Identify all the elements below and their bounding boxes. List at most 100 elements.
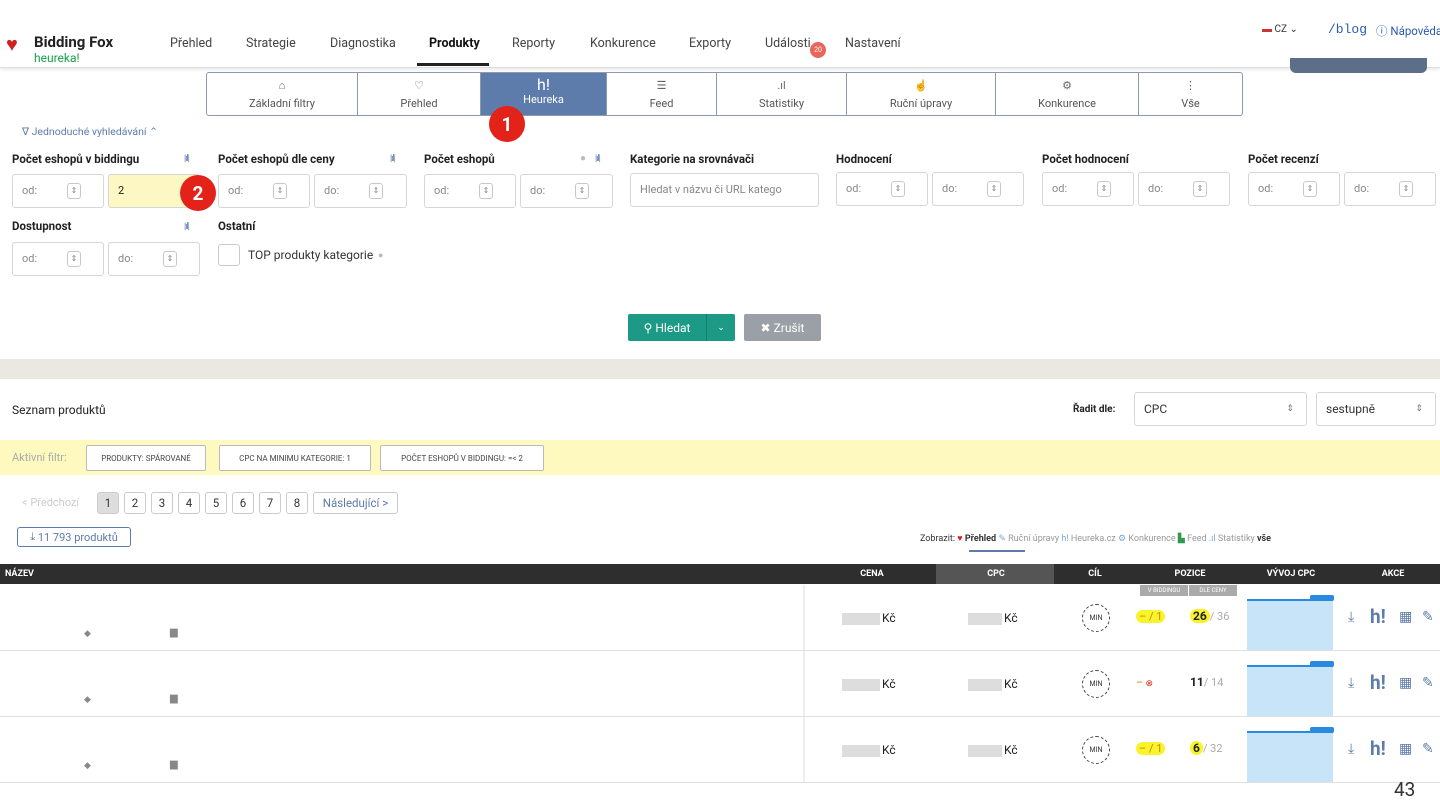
cpc-trend-chart[interactable] [1247,731,1333,783]
tab-rucni-upravy[interactable]: ☝ Ruční úpravy [847,72,996,116]
col-pozice[interactable]: POZICE [1170,569,1210,579]
price-from-input[interactable]: od: ⇕ [218,174,310,208]
eshops-from-input[interactable]: od: ⇕ [424,174,516,208]
page-1[interactable]: 1 [97,492,119,514]
filter-chip[interactable]: CPC NA MINIMU KATEGORIE: 1 [219,445,371,471]
nav-reporty[interactable]: Reporty [512,36,555,51]
page-5[interactable]: 5 [205,492,227,514]
cancel-button[interactable]: ✖ Zrušit [744,314,821,341]
blog-link[interactable]: /blog [1328,22,1367,37]
spinner-icon[interactable]: ⇕ [891,181,905,197]
tab-prehled[interactable]: ♡ Přehled [358,72,481,116]
nav-nastaveni[interactable]: Nastavení [845,36,901,51]
page-3[interactable]: 3 [151,492,173,514]
nav-prehled[interactable]: Přehled [170,36,212,51]
spinner-icon[interactable]: ⇕ [987,181,1001,197]
spinner-icon[interactable]: ⇕ [1399,181,1413,197]
shop-icon[interactable]: ▦ [1399,741,1412,757]
edit-icon[interactable]: ✎ [1422,609,1434,625]
edit-icon[interactable]: ✎ [1422,741,1434,757]
simple-search-toggle[interactable]: ∇ Jednoduché vyhledávání ⌃ [22,125,158,138]
prev-page-button[interactable]: < Předchozí [22,496,79,509]
language-select[interactable]: ▬ CZ ⌄ [1262,24,1298,35]
tab-statistiky[interactable]: .ıl Statistiky [717,72,847,116]
spinner-icon[interactable]: ⇕ [273,183,287,199]
view-konkurence[interactable]: Konkurence [1128,534,1175,544]
nav-diagnostika[interactable]: Diagnostika [330,36,396,51]
heureka-icon[interactable]: h! [1370,605,1386,628]
view-heureka[interactable]: Heureka.cz [1071,534,1116,544]
shop-icon[interactable]: ▦ [1399,675,1412,691]
col-akce[interactable]: AKCE [1378,569,1408,579]
col-cena[interactable]: CENA [855,569,889,579]
category-search-input[interactable]: Hledat v názvu či URL katego [630,173,819,207]
table-row[interactable]: ◆ ▆ Kč Kč MIN – / 1 26/ 36 ⤓ h! ▦ ✎ [0,585,1440,651]
spinner-icon[interactable]: ⇕ [67,183,81,199]
table-row[interactable]: ◆ ▆ Kč Kč MIN – / 1 6/ 32 ⤓ h! ▦ ✎ [0,717,1440,783]
spinner-icon[interactable]: ⇕ [369,183,383,199]
spinner-icon[interactable]: ⇕ [1193,181,1207,197]
cpc-trend-chart[interactable] [1247,599,1333,651]
table-row[interactable]: ◆ ▆ Kč Kč MIN – ⊗ 11/ 14 ⤓ h! ▦ ✎ [0,651,1440,717]
search-button[interactable]: ⚲ Hledat ⌄ [628,314,735,341]
order-select[interactable]: sestupně ⇕ [1316,392,1436,426]
view-rucni-upravy[interactable]: Ruční úpravy [1008,534,1059,544]
rating-to-input[interactable]: do: ⇕ [932,172,1024,206]
shop-icon[interactable]: ▦ [1399,609,1412,625]
spinner-icon[interactable]: ⇕ [67,251,81,267]
heureka-icon[interactable]: h! [1370,737,1386,760]
tab-feed[interactable]: ☰ Feed [607,72,717,116]
chart-icon[interactable]: |ıl| [184,222,190,232]
tab-vse[interactable]: ⋮ Vše [1139,72,1243,116]
availability-to-input[interactable]: do: ⇕ [108,242,200,276]
page-4[interactable]: 4 [178,492,200,514]
view-vse[interactable]: vše [1257,534,1271,544]
edit-icon[interactable]: ✎ [1422,675,1434,691]
download-icon[interactable]: ⤓ [1348,675,1354,691]
chart-icon[interactable]: |ıl| [390,154,396,164]
heureka-icon[interactable]: h! [1370,671,1386,694]
top-products-checkbox[interactable] [218,244,240,266]
col-cil[interactable]: CÍL [1080,569,1110,579]
rating-from-input[interactable]: od: ⇕ [836,172,928,206]
export-count-button[interactable]: ⤓ 11 793 produktů [17,527,131,547]
rating-count-from-input[interactable]: od: ⇕ [1042,172,1134,206]
chevron-down-icon[interactable]: ⌄ [707,323,735,333]
nav-konkurence[interactable]: Konkurence [590,36,656,51]
availability-from-input[interactable]: od: ⇕ [12,242,104,276]
help-link[interactable]: ⓘ Nápověda [1376,23,1440,39]
col-vyvoj-cpc[interactable]: VÝVOJ CPC [1262,569,1320,579]
download-icon[interactable]: ⤓ [1348,741,1354,757]
nav-udalosti[interactable]: Události [765,36,811,51]
next-page-button[interactable]: Následující > [313,492,398,514]
spinner-icon[interactable]: ⇕ [163,251,177,267]
spinner-icon[interactable]: ⇕ [1097,181,1111,197]
spinner-icon[interactable]: ⇕ [1303,181,1317,197]
page-8[interactable]: 8 [286,492,308,514]
col-cpc[interactable]: CPC [976,569,1016,579]
tab-konkurence[interactable]: ⚙ Konkurence [996,72,1139,116]
page-2[interactable]: 2 [124,492,146,514]
cpc-trend-chart[interactable] [1247,665,1333,717]
nav-produkty[interactable]: Produkty [429,36,480,51]
view-feed[interactable]: Feed [1187,534,1207,544]
filter-chip[interactable]: POČET ESHOPŮ V BIDDINGU: =< 2 [380,445,544,471]
sort-select[interactable]: CPC ⇕ [1134,392,1307,426]
view-prehled[interactable]: Přehled [965,534,996,544]
tab-zakladni-filtry[interactable]: ⌂ Základní filtry [206,72,358,116]
col-nazev[interactable]: NÁZEV [5,569,34,579]
chart-icon[interactable]: |ıl| [184,154,190,164]
reviews-from-input[interactable]: od: ⇕ [1248,172,1340,206]
spinner-icon[interactable]: ⇕ [575,183,589,199]
bidding-from-input[interactable]: od: ⇕ [12,174,104,208]
rating-count-to-input[interactable]: do: ⇕ [1138,172,1230,206]
spinner-icon[interactable]: ⇕ [479,183,493,199]
reviews-to-input[interactable]: do: ⇕ [1344,172,1436,206]
eshops-to-input[interactable]: do: ⇕ [520,174,613,208]
download-icon[interactable]: ⤓ [1348,609,1354,625]
price-to-input[interactable]: do: ⇕ [314,174,407,208]
filter-chip[interactable]: PRODUKTY: SPÁROVANÉ [86,445,206,471]
page-6[interactable]: 6 [232,492,254,514]
nav-strategie[interactable]: Strategie [246,36,296,51]
nav-exporty[interactable]: Exporty [689,36,731,51]
